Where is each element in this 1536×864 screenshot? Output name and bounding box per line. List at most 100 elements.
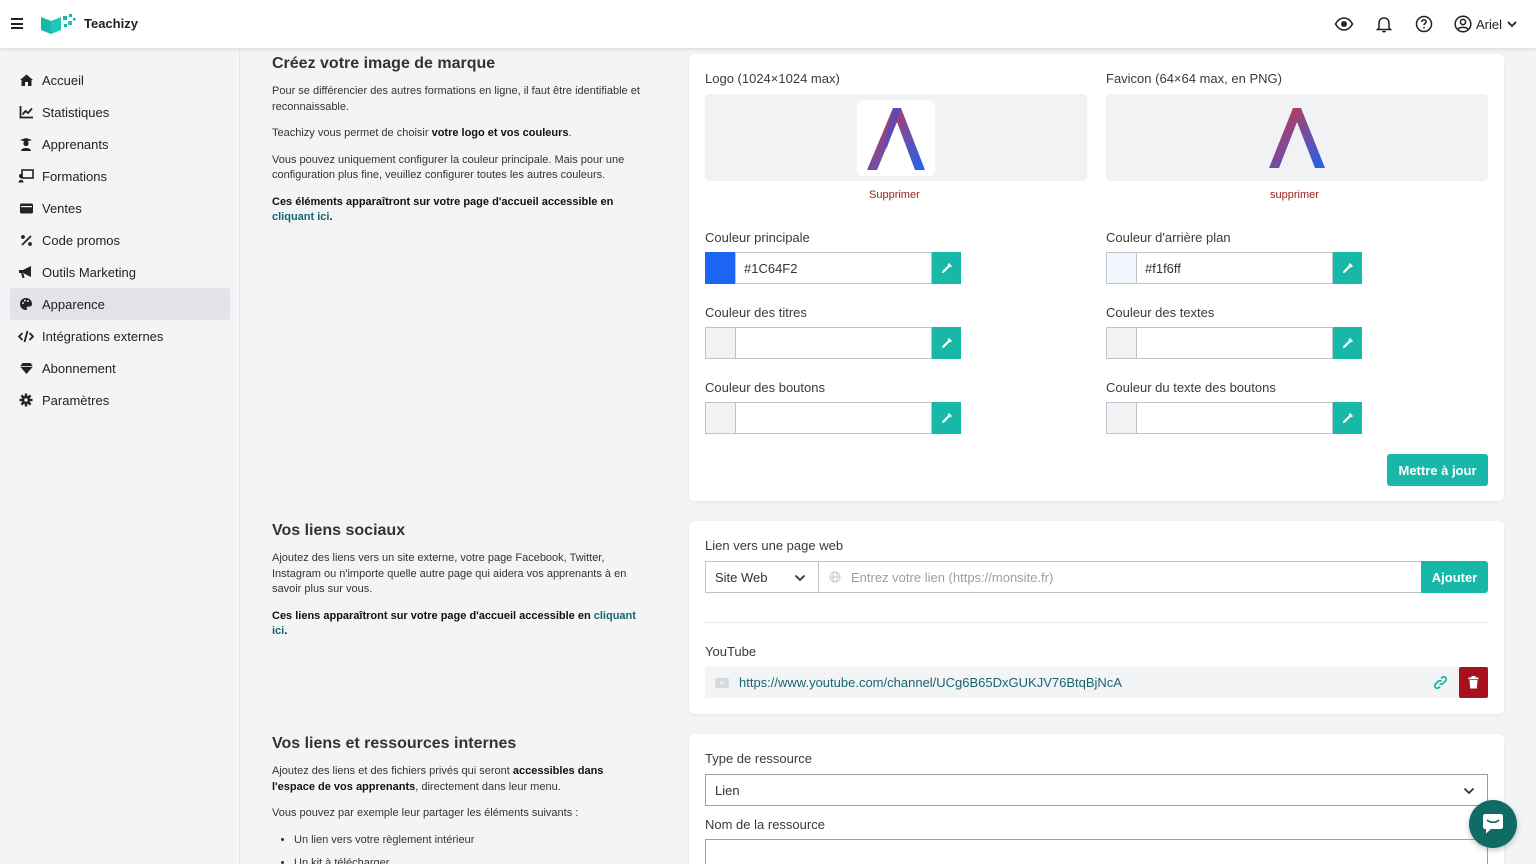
sidebar-item-label: Ventes xyxy=(42,200,82,216)
resource-type-select[interactable]: Lien xyxy=(705,774,1488,806)
delete-link-button[interactable] xyxy=(1459,667,1488,698)
sidebar-item-formations[interactable]: Formations xyxy=(10,160,230,192)
sidebar-item-statistiques[interactable]: Statistiques xyxy=(10,96,230,128)
help-icon[interactable] xyxy=(1414,14,1434,34)
youtube-url[interactable]: https://www.youtube.com/channel/UCg6B65D… xyxy=(739,675,1122,690)
logo-delete-link[interactable]: Supprimer xyxy=(869,189,920,201)
gear-icon xyxy=(18,392,34,408)
buttons-color-input[interactable] xyxy=(735,402,932,434)
titles-color-field xyxy=(705,327,961,359)
favicon-upload-area[interactable] xyxy=(1106,94,1488,181)
eyedropper-icon[interactable] xyxy=(1333,327,1362,359)
branding-card: Logo (1024×1024 max) Favicon (64×64 max,… xyxy=(689,54,1504,501)
color-label: Couleur d'arrière plan xyxy=(1106,230,1231,245)
button-text-color-input[interactable] xyxy=(1136,402,1333,434)
eye-icon[interactable] xyxy=(1334,14,1354,34)
youtube-link-row: https://www.youtube.com/channel/UCg6B65D… xyxy=(705,667,1460,698)
chevron-down-icon xyxy=(1463,787,1475,795)
homepage-link[interactable]: cliquant ici xyxy=(272,211,329,223)
internal-description: Ajoutez des liens et des fichiers privés… xyxy=(272,764,644,864)
color-swatch[interactable] xyxy=(705,327,735,359)
branding-section-title: Créez votre image de marque xyxy=(272,55,496,72)
logo-image xyxy=(867,108,925,170)
titles-color-input[interactable] xyxy=(735,327,932,359)
background-color-input[interactable]: #f1f6ff xyxy=(1136,252,1333,284)
sidebar-item-label: Statistiques xyxy=(42,104,110,120)
primary-color-input[interactable]: #1C64F2 xyxy=(735,252,932,284)
bold-text: Ces éléments apparaîtront sur votre page… xyxy=(272,195,614,208)
favicon-image xyxy=(1269,108,1325,168)
link-icon[interactable] xyxy=(1433,675,1448,690)
buttons-color-field xyxy=(705,402,961,434)
bell-icon[interactable] xyxy=(1374,14,1394,34)
color-label: Couleur des boutons xyxy=(705,380,825,395)
sidebar-item-code-promos[interactable]: Code promos xyxy=(10,224,230,256)
color-label: Couleur des titres xyxy=(705,305,807,320)
sidebar-item-label: Outils Marketing xyxy=(42,264,136,280)
sidebar-item-apparence[interactable]: Apparence xyxy=(10,288,230,320)
color-swatch[interactable] xyxy=(705,252,735,284)
user-avatar-icon xyxy=(1454,15,1472,33)
sidebar-item-integrations-externes[interactable]: Intégrations externes xyxy=(10,320,230,352)
texts-color-input[interactable] xyxy=(1136,327,1333,359)
sidebar-item-abonnement[interactable]: Abonnement xyxy=(10,352,230,384)
home-icon xyxy=(18,72,34,88)
eyedropper-icon[interactable] xyxy=(932,402,961,434)
wallet-icon xyxy=(18,200,34,216)
chevron-down-icon xyxy=(794,574,806,582)
update-button[interactable]: Mettre à jour xyxy=(1387,454,1488,486)
examples-list: Un lien vers votre règlement intérieur U… xyxy=(294,833,644,864)
color-label: Couleur des textes xyxy=(1106,305,1215,320)
eyedropper-icon[interactable] xyxy=(932,252,961,284)
eyedropper-icon[interactable] xyxy=(1333,252,1362,284)
internal-paragraph-2: Vous pouvez par exemple leur partager le… xyxy=(272,807,579,819)
sidebar-item-accueil[interactable]: Accueil xyxy=(10,64,230,96)
text: . xyxy=(329,211,333,223)
sidebar-item-label: Accueil xyxy=(42,72,84,88)
color-swatch[interactable] xyxy=(1106,327,1136,359)
chat-icon xyxy=(1483,814,1503,834)
branding-paragraph-2: Teachizy vous permet de choisir votre lo… xyxy=(272,126,644,142)
resource-name-input[interactable] xyxy=(705,839,1488,864)
chalkboard-icon xyxy=(18,168,34,184)
branding-description: Pour se différencier des autres formatio… xyxy=(272,84,644,237)
youtube-label: YouTube xyxy=(705,644,757,659)
sidebar-item-outils-marketing[interactable]: Outils Marketing xyxy=(10,256,230,288)
web-link-label: Lien vers une page web xyxy=(705,538,844,553)
bullhorn-icon xyxy=(18,264,34,280)
color-swatch[interactable] xyxy=(705,402,735,434)
sidebar-item-parametres[interactable]: Paramètres xyxy=(10,384,230,416)
teachizy-logo[interactable] xyxy=(40,13,76,35)
gem-icon xyxy=(18,360,34,376)
eyedropper-icon[interactable] xyxy=(1333,402,1362,434)
link-type-value: Site Web xyxy=(715,569,768,585)
social-paragraph-1: Ajoutez des liens vers un site externe, … xyxy=(272,552,627,595)
color-swatch[interactable] xyxy=(1106,252,1136,284)
menu-icon[interactable] xyxy=(11,18,23,29)
percent-icon xyxy=(18,232,34,248)
color-swatch[interactable] xyxy=(1106,402,1136,434)
chat-button[interactable] xyxy=(1469,800,1517,848)
button-text-color-field xyxy=(1106,402,1362,434)
social-description: Ajoutez des liens vers un site externe, … xyxy=(272,551,644,651)
background-color-field: #f1f6ff xyxy=(1106,252,1362,284)
social-section-title: Vos liens sociaux xyxy=(272,522,406,539)
sidebar-item-label: Abonnement xyxy=(42,360,116,376)
sidebar-item-label: Apparence xyxy=(42,296,105,312)
sidebar-item-apprenants[interactable]: Apprenants xyxy=(10,128,230,160)
graduate-icon xyxy=(18,136,34,152)
user-menu[interactable]: Ariel xyxy=(1454,13,1518,35)
app-name[interactable]: Teachizy xyxy=(84,16,138,31)
add-link-button[interactable]: Ajouter xyxy=(1421,561,1488,593)
sidebar-item-label: Code promos xyxy=(42,232,121,248)
logo-upload-area[interactable] xyxy=(705,94,1087,181)
sidebar-item-ventes[interactable]: Ventes xyxy=(10,192,230,224)
favicon-delete-link[interactable]: supprimer xyxy=(1270,189,1319,201)
logo-label: Logo (1024×1024 max) xyxy=(705,71,840,86)
code-icon xyxy=(18,328,34,344)
branding-paragraph-3: Vous pouvez uniquement configurer la cou… xyxy=(272,153,625,182)
link-type-select[interactable]: Site Web xyxy=(705,561,819,593)
url-placeholder: Entrez votre lien (https://monsite.fr) xyxy=(851,569,1054,585)
url-input[interactable]: Entrez votre lien (https://monsite.fr) xyxy=(818,561,1422,593)
eyedropper-icon[interactable] xyxy=(932,327,961,359)
